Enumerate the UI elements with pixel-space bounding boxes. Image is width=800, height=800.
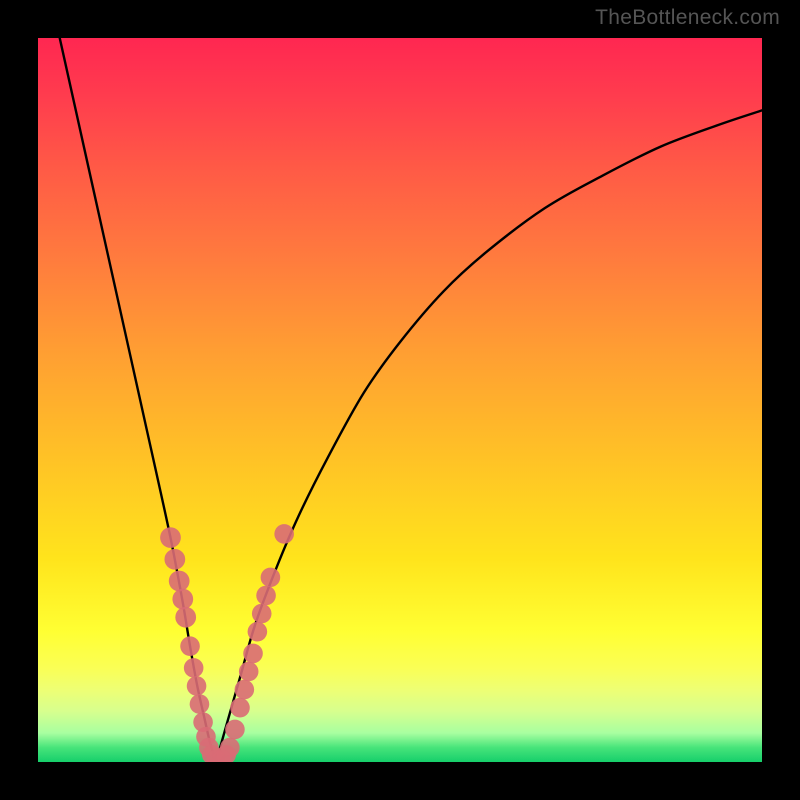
data-marker — [190, 694, 210, 714]
chart-frame: TheBottleneck.com — [0, 0, 800, 800]
data-marker — [239, 662, 259, 682]
data-marker — [235, 680, 255, 700]
data-marker — [180, 636, 200, 656]
data-marker — [164, 549, 185, 570]
data-marker — [175, 607, 196, 628]
data-marker — [172, 589, 193, 610]
data-marker — [230, 698, 250, 718]
data-marker — [261, 568, 281, 588]
data-marker — [248, 622, 268, 642]
data-marker — [225, 720, 245, 740]
data-marker — [243, 644, 263, 664]
data-marker — [184, 658, 204, 678]
chart-plot-area — [38, 38, 762, 762]
watermark-text: TheBottleneck.com — [595, 6, 780, 30]
data-marker — [169, 571, 190, 592]
curve-right-curve — [216, 110, 762, 762]
data-marker — [256, 586, 276, 606]
data-marker — [252, 604, 272, 624]
chart-curves — [60, 38, 762, 762]
data-marker — [274, 524, 294, 544]
chart-svg — [38, 38, 762, 762]
chart-markers — [160, 524, 294, 762]
data-marker — [187, 676, 207, 696]
data-marker — [220, 738, 240, 758]
data-marker — [160, 527, 181, 548]
